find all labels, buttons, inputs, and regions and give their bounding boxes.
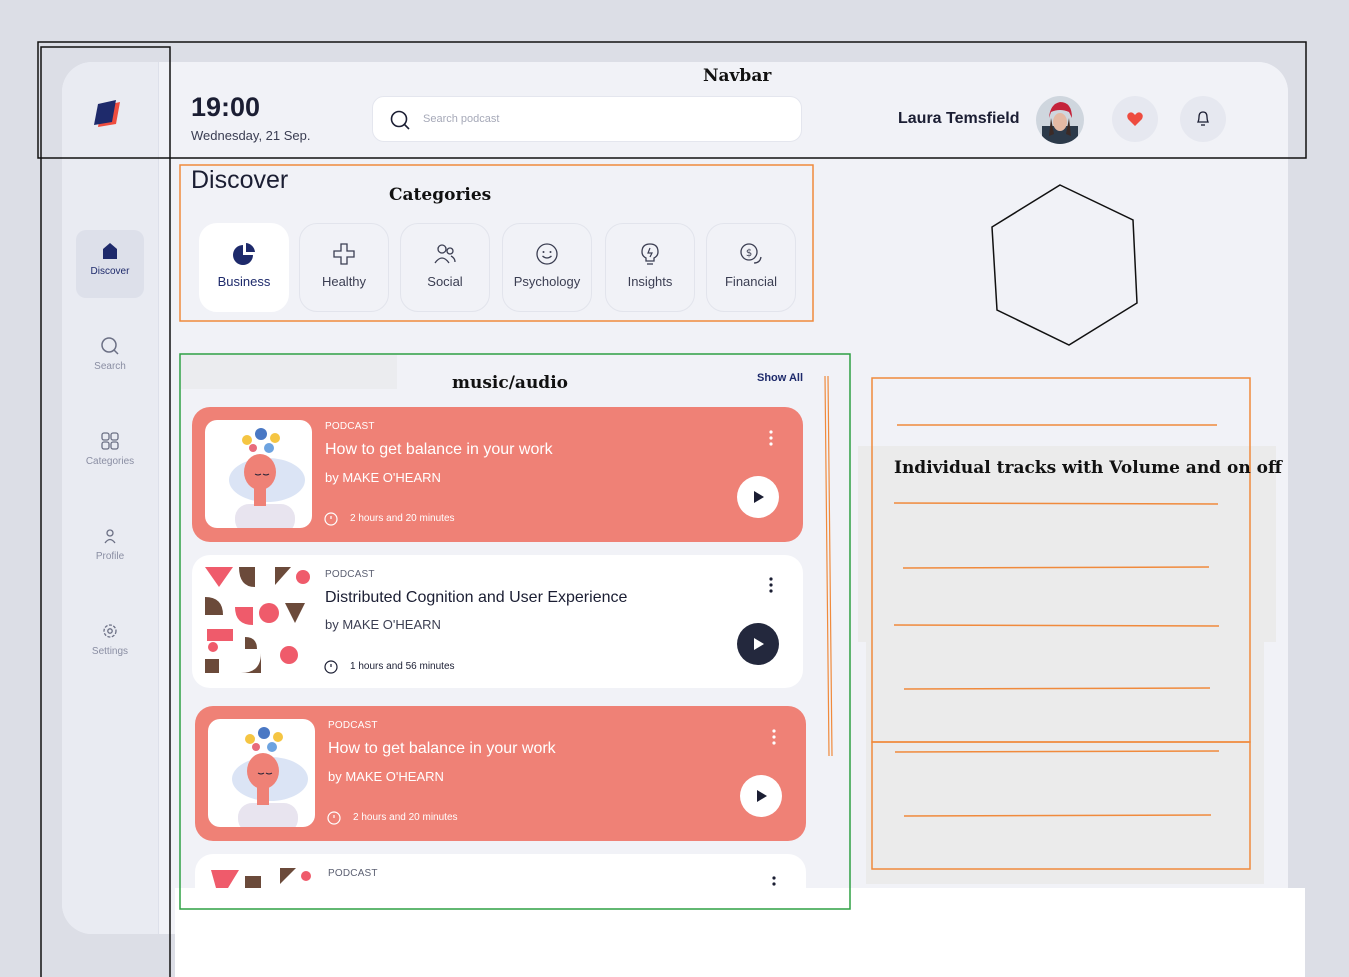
annotation-overlay xyxy=(37,41,1307,977)
annotation-navbar: Navbar xyxy=(703,66,772,86)
annotation-music-audio: music/audio xyxy=(452,373,568,393)
annotation-tracks: Individual tracks with Volume and on off xyxy=(894,458,1282,478)
annotation-categories: Categories xyxy=(389,185,492,205)
